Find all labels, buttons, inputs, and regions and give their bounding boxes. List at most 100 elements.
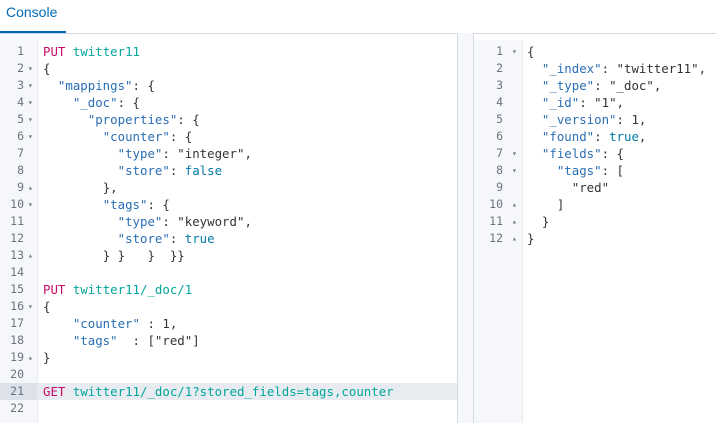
code-text: } [527,231,535,246]
line-number: 17 [10,316,24,330]
request-line-15[interactable]: 15 PUT twitter11/_doc/1 [0,281,457,298]
code-text: { [527,44,535,59]
code-text: PUT twitter11 [43,44,140,59]
fold-collapse-icon[interactable]: ▾ [512,162,517,179]
code-text: "type": "integer", [117,146,252,161]
response-line-1[interactable]: 1 ▾{ [474,43,716,60]
line-number: 3 [496,78,503,92]
fold-expand-icon[interactable]: ▴ [28,247,33,264]
request-line-10[interactable]: 10 ▾ "tags": { [0,196,457,213]
response-line-2[interactable]: 2 "_index": "twitter11", [474,60,716,77]
request-line-2[interactable]: 2 ▾{ [0,60,457,77]
code-text: "mappings": { [57,78,155,93]
response-line-8[interactable]: 8 ▾ "tags": [ [474,162,716,179]
response-line-6[interactable]: 6 "found": true, [474,128,716,145]
code-text: "_type": "_doc", [541,78,662,93]
request-line-11[interactable]: 11 "type": "keyword", [0,213,457,230]
response-line-4[interactable]: 4 "_id": "1", [474,94,716,111]
code-text: PUT twitter11/_doc/1 [43,282,193,297]
request-line-14[interactable]: 14 [0,264,457,281]
fold-expand-icon[interactable]: ▴ [512,196,517,213]
fold-expand-icon[interactable]: ▴ [28,349,33,366]
tab-console[interactable]: Console [0,0,67,33]
code-text: "tags" : ["red"] [72,333,200,348]
request-line-19[interactable]: 19 ▴} [0,349,457,366]
code-text: } [43,350,51,365]
response-line-5[interactable]: 5 "_version": 1, [474,111,716,128]
line-number: 22 [10,401,24,415]
request-line-17[interactable]: 17 "counter" : 1, [0,315,457,332]
fold-collapse-icon[interactable]: ▾ [28,77,33,94]
line-number: 2 [496,61,503,75]
response-line-11[interactable]: 11 ▴ } [474,213,716,230]
request-line-5[interactable]: 5 ▾ "properties": { [0,111,457,128]
line-number: 21 [0,383,37,400]
line-number: 7 [17,146,24,160]
request-line-4[interactable]: 4 ▾ "_doc": { [0,94,457,111]
fold-collapse-icon[interactable]: ▾ [28,94,33,111]
code-text: ] [556,197,565,212]
fold-collapse-icon[interactable]: ▾ [28,128,33,145]
code-text: "_index": "twitter11", [541,61,707,76]
fold-collapse-icon[interactable]: ▾ [28,196,33,213]
request-line-3[interactable]: 3 ▾ "mappings": { [0,77,457,94]
code-text: } } } }} [102,248,185,263]
line-number: 6 [496,129,503,143]
code-text: } [541,214,550,229]
code-text: { [43,61,51,76]
code-text: "store": false [117,163,223,178]
fold-expand-icon[interactable]: ▴ [512,230,517,247]
request-line-9[interactable]: 9 ▴ }, [0,179,457,196]
code-text: "tags": { [102,197,170,212]
code-text: "counter" : 1, [72,316,178,331]
code-text: "red" [571,180,610,195]
request-editor[interactable]: 1 PUT twitter11 2 ▾{3 ▾ "mappings": {4 ▾ "_do… [0,40,457,423]
fold-collapse-icon[interactable]: ▾ [512,145,517,162]
fold-collapse-icon[interactable]: ▾ [28,111,33,128]
request-line-6[interactable]: 6 ▾ "counter": { [0,128,457,145]
fold-collapse-icon[interactable]: ▾ [28,60,33,77]
line-number: 11 [10,214,24,228]
response-viewer[interactable]: 1 ▾{2 "_index": "twitter11", 3 "_type": "_… [474,40,716,423]
response-line-10[interactable]: 10 ▴ ] [474,196,716,213]
code-text: GET twitter11/_doc/1?stored_fields=tags,… [43,384,394,399]
code-text: "counter": { [102,129,193,144]
line-number: 9 [496,180,503,194]
response-line-7[interactable]: 7 ▾ "fields": { [474,145,716,162]
fold-expand-icon[interactable]: ▴ [512,213,517,230]
response-line-3[interactable]: 3 "_type": "_doc", [474,77,716,94]
request-line-22[interactable]: 22 [0,400,457,417]
response-line-12[interactable]: 12 ▴} [474,230,716,247]
request-line-8[interactable]: 8 "store": false [0,162,457,179]
code-text: "properties": { [87,112,200,127]
request-line-21[interactable]: 21 GET twitter11/_doc/1?stored_fields=tag… [0,383,457,400]
code-text: "found": true, [541,129,647,144]
resize-handle[interactable] [457,33,474,423]
code-text: "store": true [117,231,215,246]
fold-collapse-icon[interactable]: ▾ [28,298,33,315]
line-number: 15 [10,282,24,296]
request-line-13[interactable]: 13 ▴ } } } }} [0,247,457,264]
request-line-18[interactable]: 18 "tags" : ["red"] [0,332,457,349]
request-line-7[interactable]: 7 "type": "integer", [0,145,457,162]
code-text: { [43,299,51,314]
top-tab-bar: Console [0,0,716,34]
line-number: 18 [10,333,24,347]
line-number: 20 [10,367,24,381]
response-line-9[interactable]: 9 "red" [474,179,716,196]
request-line-20[interactable]: 20 [0,366,457,383]
line-number: 14 [10,265,24,279]
fold-expand-icon[interactable]: ▴ [28,179,33,196]
code-text: }, [102,180,118,195]
request-line-16[interactable]: 16 ▾{ [0,298,457,315]
code-text: "fields": { [541,146,624,161]
code-text: "type": "keyword", [117,214,252,229]
code-text: "_version": 1, [541,112,647,127]
line-number: 4 [496,95,503,109]
request-line-1[interactable]: 1 PUT twitter11 [0,43,457,60]
code-text: "tags": [ [556,163,624,178]
code-text: "_doc": { [72,95,140,110]
request-line-12[interactable]: 12 "store": true [0,230,457,247]
fold-collapse-icon[interactable]: ▾ [512,43,517,60]
line-number: 8 [17,163,24,177]
